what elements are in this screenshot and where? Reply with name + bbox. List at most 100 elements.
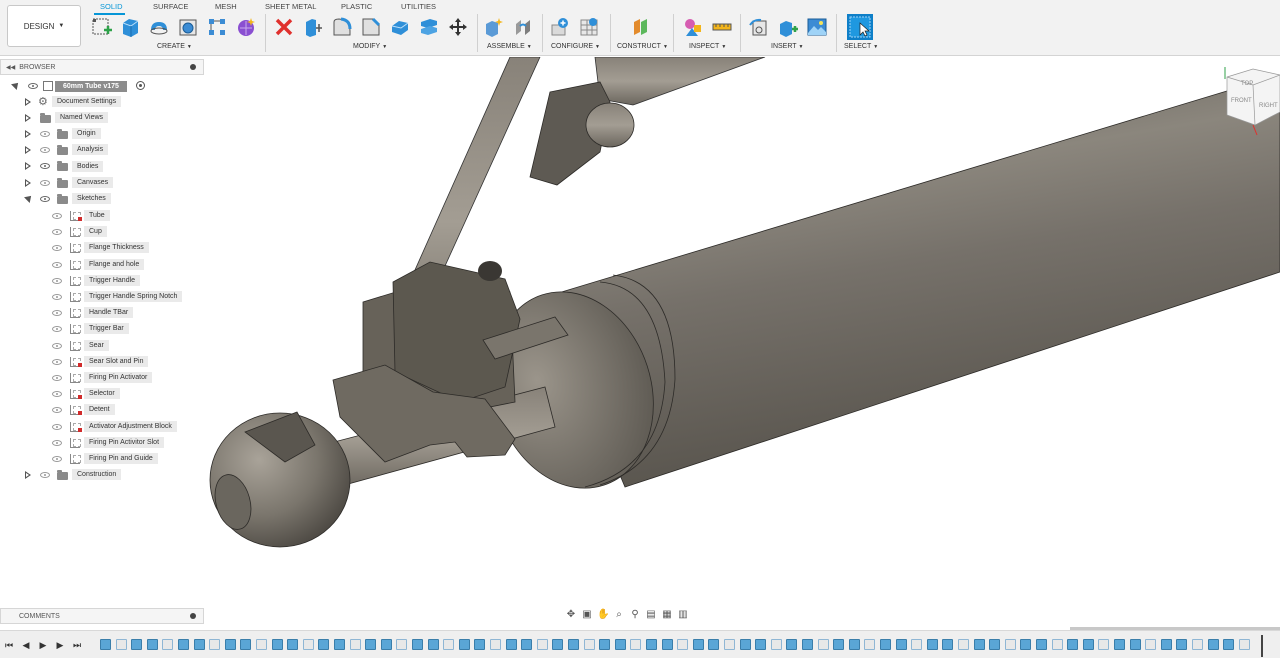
browser-item-sketch[interactable]: Trigger Handle (84, 275, 141, 286)
timeline-feature[interactable] (895, 639, 907, 650)
timeline-feature[interactable] (1067, 639, 1079, 650)
timeline-feature[interactable] (302, 639, 314, 650)
timeline-feature[interactable] (193, 639, 205, 650)
visibility-eye-icon[interactable] (52, 391, 62, 397)
tab-sheet-metal[interactable]: SHEET METAL (265, 2, 316, 11)
viewcube-right[interactable]: RIGHT (1259, 103, 1278, 109)
interference-icon[interactable] (682, 16, 704, 38)
timeline-feature[interactable] (1192, 639, 1203, 650)
zoom-icon[interactable]: ⌕ (613, 609, 625, 621)
comments-panel-header[interactable]: COMMENTS (0, 608, 204, 624)
timeline-feature[interactable] (412, 639, 423, 650)
revolve-icon[interactable] (148, 16, 170, 38)
timeline-feature[interactable] (973, 639, 985, 650)
viewcube-front[interactable]: FRONT (1231, 98, 1252, 104)
timeline-feature[interactable] (318, 639, 330, 650)
tab-mesh[interactable]: MESH (215, 2, 237, 11)
browser-item-sketch[interactable]: Sear (84, 340, 109, 351)
timeline-feature[interactable] (287, 639, 299, 650)
visibility-eye-icon[interactable] (52, 407, 62, 413)
timeline-feature[interactable] (505, 639, 517, 650)
configure-menu[interactable]: CONFIGURE ▼ (551, 43, 600, 50)
browser-item-sketch[interactable]: Handle TBar (84, 307, 134, 318)
timeline-feature[interactable] (1051, 639, 1063, 650)
select-menu[interactable]: SELECT ▼ (844, 43, 878, 50)
timeline-feature[interactable] (1238, 639, 1250, 650)
timeline-feature[interactable] (911, 639, 923, 650)
timeline-feature[interactable] (583, 639, 595, 650)
timeline-feature[interactable] (209, 639, 221, 650)
timeline-feature[interactable] (880, 639, 891, 650)
visibility-eye-icon[interactable] (52, 213, 62, 219)
timeline-feature[interactable] (708, 639, 720, 650)
timeline-feature[interactable] (1098, 639, 1110, 650)
visibility-eye-icon[interactable] (40, 196, 50, 202)
delete-icon[interactable] (273, 16, 295, 38)
timeline-feature[interactable] (427, 639, 439, 650)
timeline-feature[interactable] (1129, 639, 1141, 650)
browser-item-sketch[interactable]: Tube (84, 210, 110, 221)
configure-icon[interactable] (549, 16, 571, 38)
timeline-feature[interactable] (474, 639, 486, 650)
timeline-feature[interactable] (630, 639, 642, 650)
timeline-feature[interactable] (1114, 639, 1125, 650)
visibility-eye-icon[interactable] (40, 147, 50, 153)
expand-arrow-icon[interactable] (25, 179, 31, 187)
timeline-feature[interactable] (646, 639, 657, 650)
modify-menu[interactable]: MODIFY ▼ (353, 43, 387, 50)
visibility-eye-icon[interactable] (52, 262, 62, 268)
timeline-feature[interactable] (256, 639, 267, 650)
browser-panel-header[interactable]: ◀◀ BROWSER (0, 59, 204, 75)
visibility-eye-icon[interactable] (52, 456, 62, 462)
fillet-icon[interactable] (331, 16, 353, 38)
create-form-icon[interactable] (235, 16, 257, 38)
timeline-feature[interactable] (864, 639, 876, 650)
timeline-feature[interactable] (1020, 639, 1032, 650)
insert-menu[interactable]: INSERT ▼ (771, 43, 804, 50)
browser-item-analysis[interactable]: Analysis (72, 144, 109, 155)
browser-item-sketch[interactable]: Flange and hole (84, 259, 145, 270)
timeline-feature[interactable] (770, 639, 782, 650)
timeline-feature[interactable] (458, 639, 470, 650)
timeline-feature[interactable] (692, 639, 704, 650)
timeline-feature[interactable] (599, 639, 611, 650)
browser-item-sketch[interactable]: Flange Thickness (84, 242, 149, 253)
step-forward-icon[interactable]: ▶ (55, 640, 65, 650)
timeline-feature[interactable] (349, 639, 361, 650)
browser-item-bodies[interactable]: Bodies (72, 161, 104, 172)
hole-icon[interactable] (177, 16, 199, 38)
grid-icon[interactable]: ▦ (661, 609, 673, 621)
play-icon[interactable]: ▶ (38, 640, 48, 650)
browser-item-origin[interactable]: Origin (72, 128, 101, 139)
timeline-feature[interactable] (115, 639, 127, 650)
tab-utilities[interactable]: UTILITIES (401, 2, 436, 11)
visibility-eye-icon[interactable] (52, 245, 62, 251)
browser-item-document-settings[interactable]: Document Settings (52, 96, 122, 107)
timeline-feature[interactable] (942, 639, 954, 650)
browser-item-sketch[interactable]: Firing Pin Activator (84, 372, 153, 383)
visibility-eye-icon[interactable] (52, 440, 62, 446)
expand-arrow-icon[interactable] (25, 162, 31, 170)
tab-surface[interactable]: SURFACE (153, 2, 188, 11)
expand-arrow-icon[interactable] (25, 130, 31, 138)
timeline-feature[interactable] (739, 639, 751, 650)
timeline-feature[interactable] (1160, 639, 1172, 650)
timeline-feature[interactable] (786, 639, 798, 650)
step-back-icon[interactable]: ◀ (21, 640, 31, 650)
timeline-feature[interactable] (1223, 639, 1235, 650)
visibility-eye-icon[interactable] (40, 472, 50, 478)
timeline-feature[interactable] (490, 639, 501, 650)
tab-solid[interactable]: SOLID (100, 2, 123, 11)
timeline-feature[interactable] (677, 639, 689, 650)
display-settings-icon[interactable]: ▤ (645, 609, 657, 621)
expand-arrow-icon[interactable] (25, 114, 31, 122)
visibility-eye-icon[interactable] (52, 375, 62, 381)
visibility-eye-icon[interactable] (52, 424, 62, 430)
browser-item-sketch[interactable]: Trigger Bar (84, 323, 129, 334)
timeline-feature[interactable] (396, 639, 408, 650)
timeline-feature[interactable] (146, 639, 158, 650)
timeline-feature[interactable] (536, 639, 548, 650)
construct-menu[interactable]: CONSTRUCT ▼ (617, 43, 668, 50)
press-pull-icon[interactable] (302, 16, 324, 38)
insert-canvas-icon[interactable] (806, 16, 828, 38)
